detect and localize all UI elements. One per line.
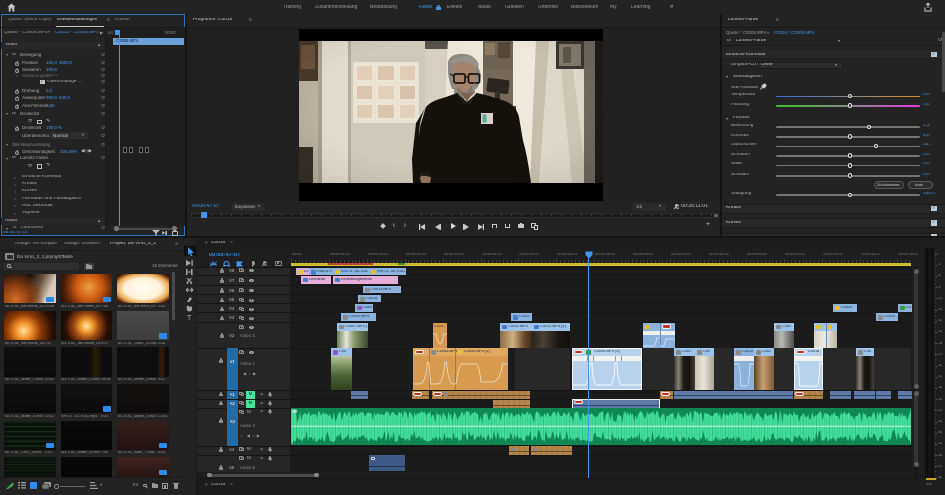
svg-text:T: T <box>187 315 192 321</box>
